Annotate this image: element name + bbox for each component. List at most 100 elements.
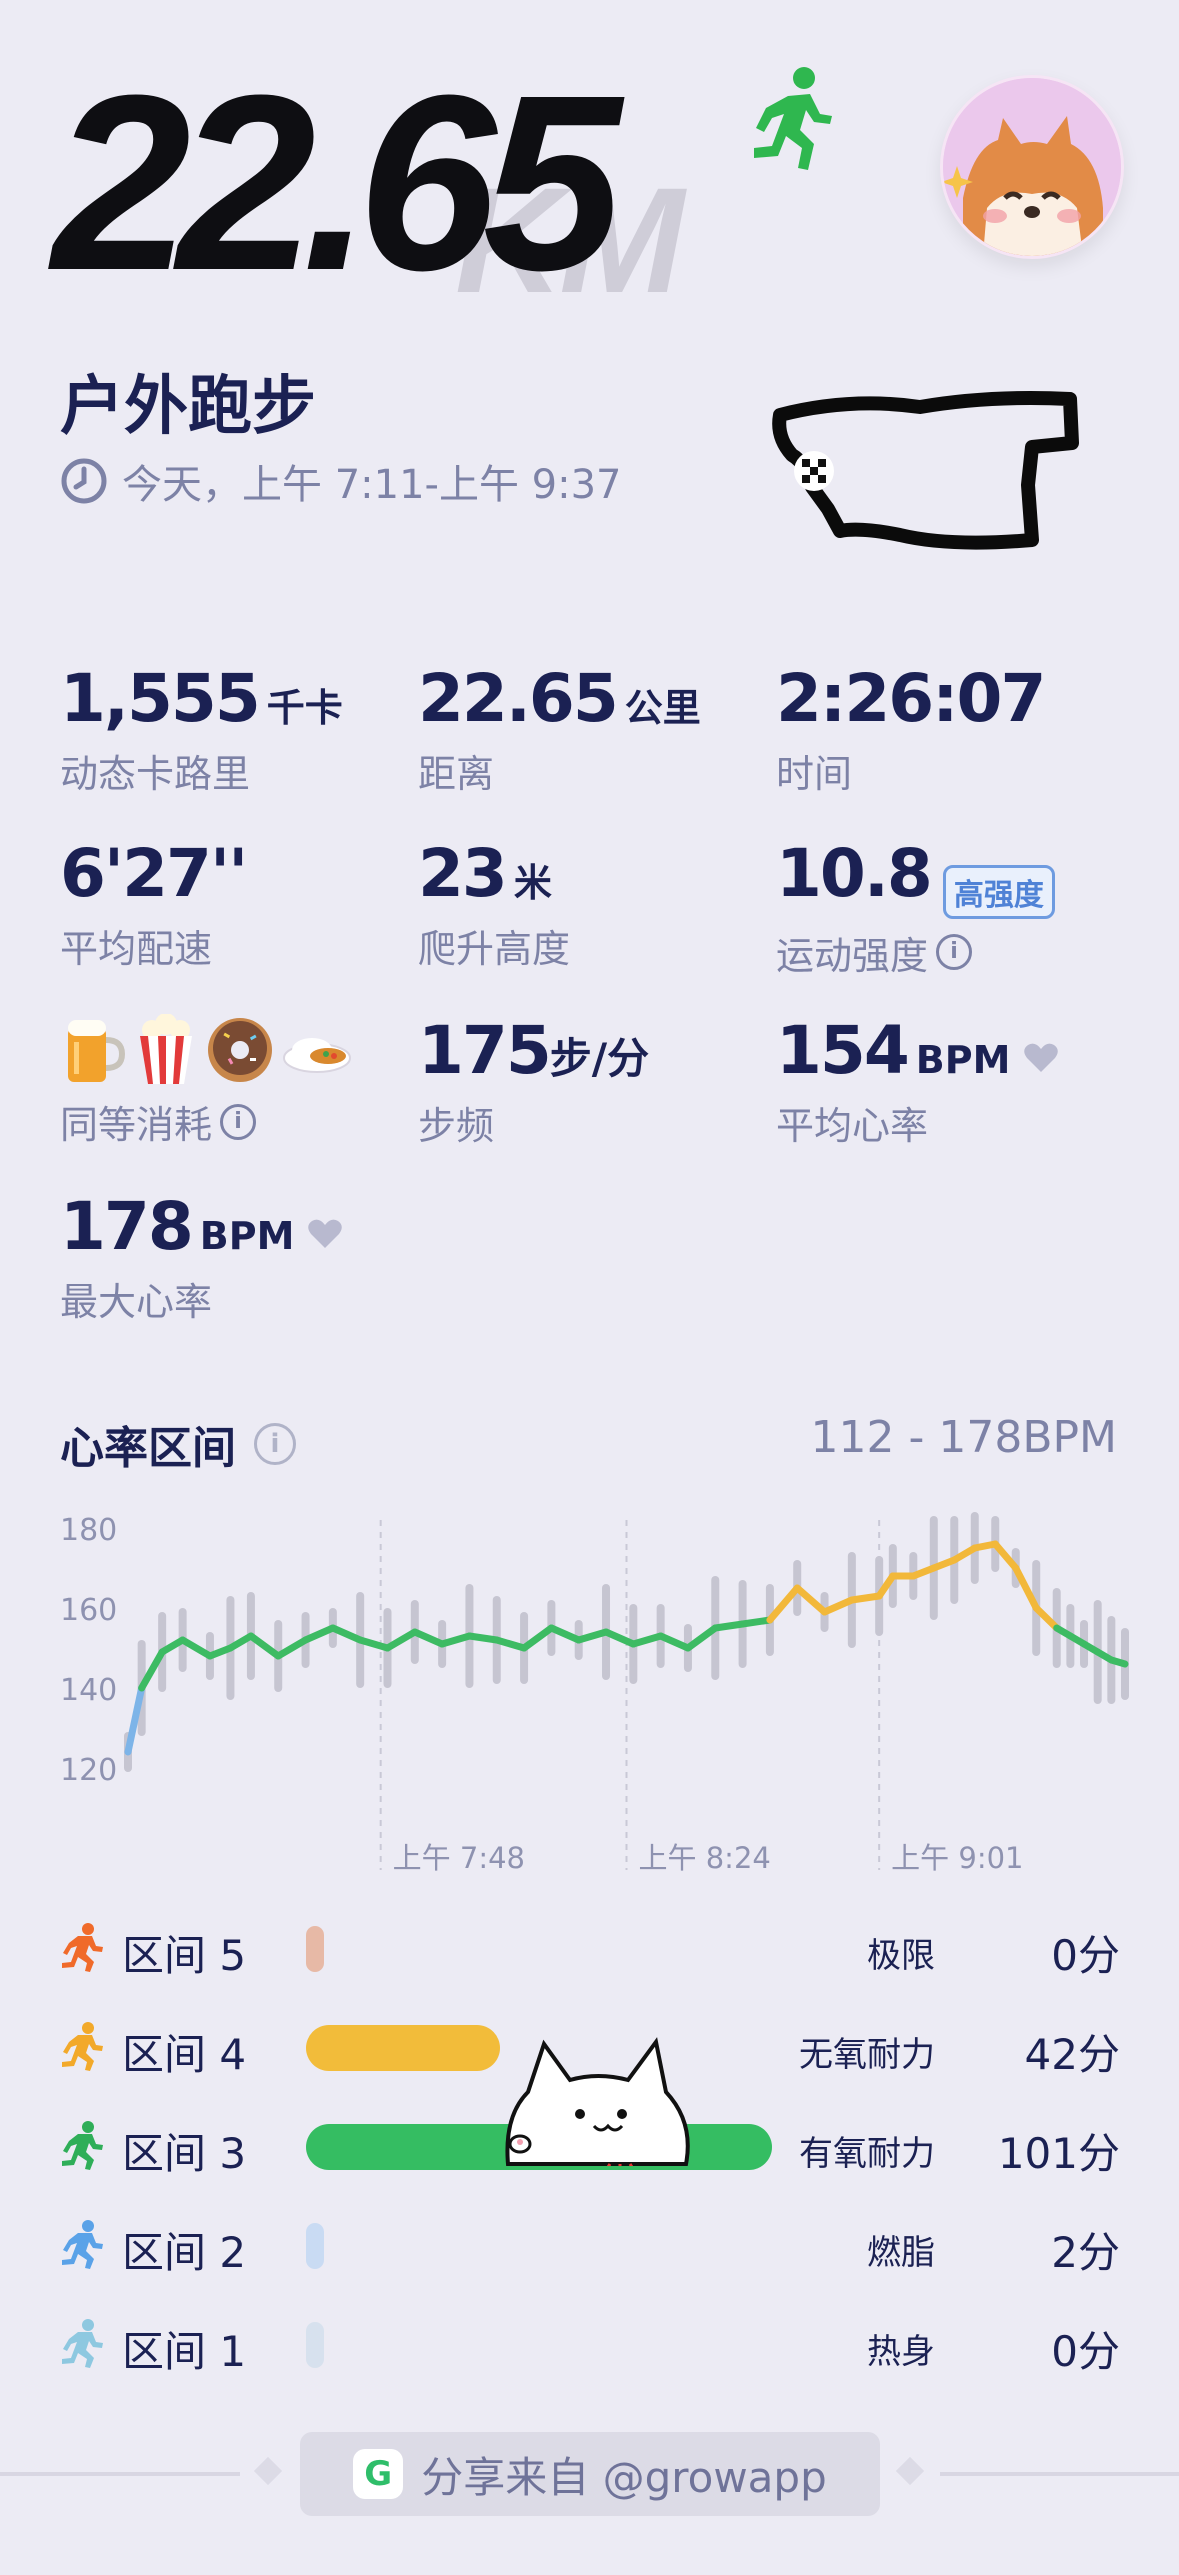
heart-icon xyxy=(1023,1043,1058,1072)
footer-divider-right xyxy=(940,2472,1179,2476)
route-map[interactable] xyxy=(770,385,1090,560)
metric-calories: 1,555 千卡 动态卡路里 xyxy=(60,660,343,796)
share-text: 分享来自 @growapp xyxy=(421,2452,827,2502)
hr-line-segment xyxy=(575,1628,610,1644)
zone-name: 燃脂 xyxy=(867,2233,935,2273)
x-tick-label: 上午 9:01 xyxy=(891,1841,1023,1875)
metric-distance: 22.65 公里 距离 xyxy=(418,660,701,796)
clock-icon xyxy=(61,458,107,504)
running-icon xyxy=(754,67,832,170)
avatar[interactable] xyxy=(940,75,1124,259)
time-range-text: 今天，上午 7:11-上午 9:37 xyxy=(122,462,622,508)
heart-icon xyxy=(307,1219,342,1248)
heart-rate-section-title: 心率区间 i xyxy=(60,1412,296,1476)
zone-label: 区间 3 xyxy=(122,2129,247,2178)
zone-bar xyxy=(306,2025,500,2071)
hr-line-segment xyxy=(739,1616,774,1628)
hr-line-segment xyxy=(493,1636,528,1652)
hr-line-segment xyxy=(629,1632,665,1648)
growapp-logo-icon: G xyxy=(353,2449,404,2499)
total-distance: 22.65 xyxy=(52,43,622,322)
metric-cadence: 175步/分 步频 xyxy=(418,1012,650,1148)
zone-label: 区间 5 xyxy=(122,1931,247,1980)
shiba-avatar-icon xyxy=(943,78,1121,256)
zone-time: 0分 xyxy=(1051,1931,1120,1980)
cat-sticker-icon xyxy=(505,2037,690,2166)
y-tick-label: 180 xyxy=(60,1513,117,1548)
heart-rate-chart: 180 160 140 120 上午 7:48 上午 8:24 上午 9:01 xyxy=(60,1512,1129,1875)
rice-icon xyxy=(283,1038,351,1073)
info-icon[interactable]: i xyxy=(936,934,973,970)
hr-line-segment xyxy=(1107,1656,1129,1668)
hr-line-segment xyxy=(821,1596,856,1616)
zone-runner-icon xyxy=(60,2318,104,2368)
zone-row: 区间 2 燃脂 2分 xyxy=(60,2209,1120,2279)
zone-label: 区间 4 xyxy=(122,2030,247,2079)
zone-label: 区间 2 xyxy=(122,2228,247,2277)
finish-flag-icon xyxy=(794,451,834,491)
hr-line-segment xyxy=(602,1628,637,1648)
zone-row: 区间 5 极限 0分 xyxy=(60,1912,1120,1982)
zone-name: 有氧耐力 xyxy=(799,2134,935,2174)
hr-line-segment xyxy=(179,1636,214,1660)
y-tick-label: 160 xyxy=(60,1593,117,1628)
zone-label: 区间 1 xyxy=(122,2327,247,2376)
zone-bar xyxy=(306,1926,324,1972)
zone-time: 0分 xyxy=(1051,2327,1120,2376)
x-tick-label: 上午 8:24 xyxy=(639,1841,771,1875)
popcorn-icon xyxy=(140,1014,192,1084)
hr-line-segment xyxy=(356,1636,391,1652)
info-icon[interactable]: i xyxy=(254,1423,296,1465)
hr-line-segment xyxy=(793,1584,829,1616)
footer-diamond-left xyxy=(253,2456,283,2486)
zone-runner-icon xyxy=(60,2219,104,2269)
hr-line-segment xyxy=(657,1632,692,1652)
zone-name: 热身 xyxy=(867,2332,935,2372)
footer-divider-left xyxy=(0,2472,240,2476)
hr-line-segment xyxy=(766,1584,801,1624)
hr-line-segment xyxy=(329,1624,364,1644)
zone-name: 极限 xyxy=(867,1936,935,1976)
share-banner[interactable]: G 分享来自 @growapp xyxy=(300,2432,880,2516)
metric-max-heart-rate: 178 BPM 最大心率 xyxy=(60,1188,342,1326)
metric-elevation: 23 米 爬升高度 xyxy=(418,835,571,971)
hr-line-segment xyxy=(383,1628,419,1652)
hr-line-segment xyxy=(438,1632,473,1648)
y-tick-label: 140 xyxy=(60,1673,117,1708)
hr-line-segment xyxy=(274,1636,310,1660)
heart-rate-range: 112 - 178BPM xyxy=(810,1412,1118,1463)
zone-time: 2分 xyxy=(1051,2228,1120,2277)
zone-time: 101分 xyxy=(997,2129,1120,2178)
metric-duration: 2:26:07 时间 xyxy=(776,660,1046,796)
hr-line-segment xyxy=(247,1632,282,1660)
intensity-badge: 高强度 xyxy=(942,864,1055,919)
workout-time-range: 今天，上午 7:11-上午 9:37 xyxy=(60,452,622,510)
hr-line-segment xyxy=(547,1624,583,1644)
zone-bar xyxy=(306,2223,324,2269)
zone-bar xyxy=(306,2322,324,2368)
info-icon[interactable]: i xyxy=(220,1103,257,1140)
hr-line-segment xyxy=(848,1592,883,1604)
zone-runner-icon xyxy=(60,2120,104,2170)
zone-row: 区间 1 热身 0分 xyxy=(60,2308,1120,2378)
workout-title: 户外跑步 xyxy=(60,370,316,444)
donut-icon xyxy=(208,1018,272,1082)
beer-icon xyxy=(68,1020,126,1082)
hr-line-segment xyxy=(684,1624,719,1652)
y-tick-label: 120 xyxy=(60,1753,117,1788)
footer-diamond-right xyxy=(895,2456,925,2486)
hr-line-segment xyxy=(520,1624,555,1652)
zone-runner-icon xyxy=(60,1922,104,1972)
metric-avg-heart-rate: 154 BPM 平均心率 xyxy=(776,1012,1058,1150)
zone-name: 无氧耐力 xyxy=(799,2035,935,2075)
hr-line-segment xyxy=(711,1620,747,1632)
metric-intensity[interactable]: 10.8 高强度 运动强度 i xyxy=(776,835,1055,980)
hr-line-segment xyxy=(465,1632,501,1644)
metric-equivalent-food[interactable]: 同等消耗 i xyxy=(60,1012,352,1149)
zone-time: 42分 xyxy=(1024,2030,1120,2079)
metric-pace: 6'27'' 平均配速 xyxy=(60,835,248,971)
hr-line-segment xyxy=(411,1628,446,1648)
hr-line-segment xyxy=(302,1624,337,1644)
zone-runner-icon xyxy=(60,2021,104,2071)
x-tick-label: 上午 7:48 xyxy=(393,1841,525,1875)
